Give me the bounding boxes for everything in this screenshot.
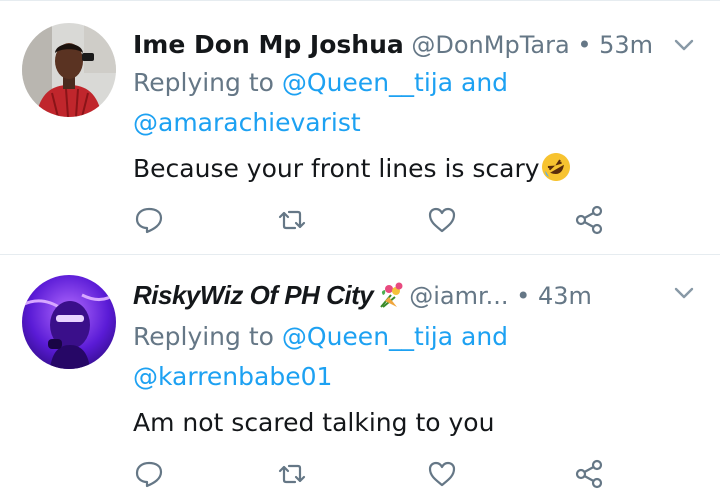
tweet-header: Ime Don Mp Joshua @DonMpTara • 53m (133, 27, 700, 63)
user-handle[interactable]: @DonMpTara (411, 31, 569, 59)
mention-link[interactable]: @Queen__tija (282, 68, 453, 97)
display-name[interactable]: RiskyWiz Of PH City (133, 280, 374, 310)
user-avatar-icon (22, 23, 116, 117)
user-handle[interactable]: @iamr... (409, 282, 508, 310)
chevron-down-icon[interactable] (674, 37, 694, 51)
replying-to: Replying to @Queen__tija and (133, 65, 508, 101)
reply-and[interactable]: and (461, 68, 508, 97)
rolling-on-floor-laughing-emoji (540, 151, 572, 183)
display-name[interactable]: Ime Don Mp Joshua (133, 30, 404, 59)
tweet-text: Am not scared talking to you (133, 408, 495, 437)
mention-link[interactable]: @Queen__tija (282, 322, 453, 351)
share-icon[interactable] (573, 204, 605, 236)
tweet-2[interactable]: RiskyWiz Of PH City @iamr... • 43m Reply… (0, 255, 720, 502)
mention-link[interactable]: @amarachievarist (133, 105, 361, 141)
reply-icon[interactable] (133, 204, 165, 236)
replying-prefix: Replying to (133, 68, 274, 97)
reply-and[interactable]: and (461, 322, 508, 351)
avatar[interactable] (22, 275, 116, 369)
replying-prefix: Replying to (133, 322, 274, 351)
bouquet-emoji (377, 281, 405, 309)
timestamp[interactable]: 43m (538, 282, 592, 310)
tweet-actions (133, 458, 613, 490)
timestamp[interactable]: 53m (599, 31, 653, 59)
separator-dot: • (577, 31, 592, 59)
heart-icon[interactable] (426, 458, 458, 490)
heart-icon[interactable] (426, 204, 458, 236)
mention-link[interactable]: @karrenbabe01 (133, 359, 332, 395)
tweet-text: Because your front lines is scary (133, 151, 572, 187)
retweet-icon[interactable] (276, 458, 308, 490)
tweet-header: RiskyWiz Of PH City @iamr... • 43m (133, 277, 700, 313)
replying-to: Replying to @Queen__tija and (133, 319, 508, 355)
retweet-icon[interactable] (276, 204, 308, 236)
tweet-1[interactable]: Ime Don Mp Joshua @DonMpTara • 53m Reply… (0, 0, 720, 255)
tweet-actions (133, 204, 613, 236)
reply-icon[interactable] (133, 458, 165, 490)
share-icon[interactable] (573, 458, 605, 490)
chevron-down-icon[interactable] (674, 285, 694, 299)
separator-dot: • (516, 282, 531, 310)
tweet-text-content: Because your front lines is scary (133, 154, 540, 183)
avatar[interactable] (22, 23, 116, 117)
